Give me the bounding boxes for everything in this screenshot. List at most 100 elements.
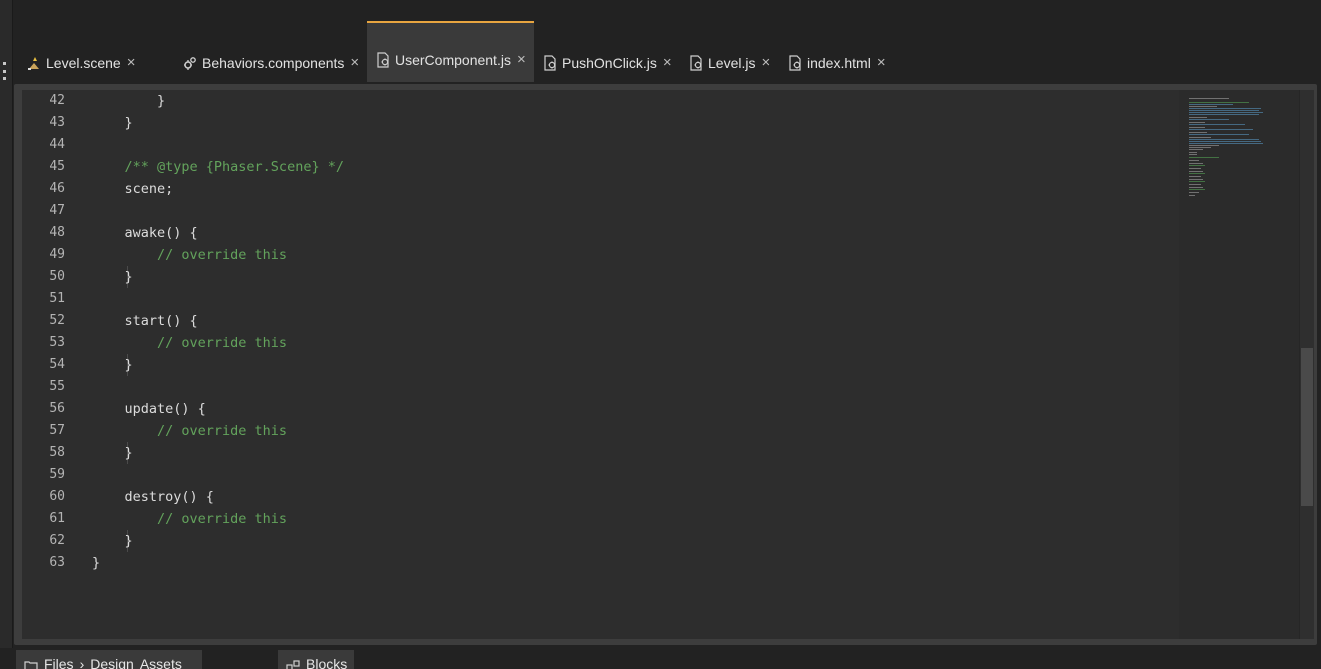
line-number: 52 bbox=[49, 313, 65, 328]
minimap-line bbox=[1189, 117, 1207, 118]
tab-label: UserComponent.js bbox=[395, 51, 511, 68]
breadcrumb-separator: › bbox=[79, 656, 85, 669]
close-icon[interactable]: × bbox=[517, 51, 526, 68]
minimap-line bbox=[1189, 145, 1219, 146]
minimap-line bbox=[1189, 152, 1197, 153]
line-number: 46 bbox=[49, 181, 65, 196]
code-comment-line: // override this bbox=[92, 423, 288, 439]
code-comment-line: /** @type {Phaser.Scene} */ bbox=[92, 159, 344, 175]
code-line: } bbox=[92, 269, 133, 285]
line-number: 56 bbox=[49, 401, 65, 416]
tab-index-html[interactable]: index.html × bbox=[787, 36, 886, 74]
close-icon[interactable]: × bbox=[663, 54, 672, 71]
tab-level-js[interactable]: Level.js × bbox=[688, 36, 770, 74]
breadcrumb-assets[interactable]: Assets bbox=[140, 656, 182, 669]
minimap-line bbox=[1189, 163, 1203, 164]
minimap-line bbox=[1189, 134, 1249, 135]
code-line: awake() { bbox=[92, 225, 198, 241]
code-comment-line: // override this bbox=[92, 511, 288, 527]
panel-menu-handle-icon[interactable] bbox=[0, 62, 8, 80]
minimap-line bbox=[1189, 165, 1205, 166]
minimap-line bbox=[1189, 179, 1203, 180]
line-number: 42 bbox=[49, 93, 65, 108]
line-number: 48 bbox=[49, 225, 65, 240]
minimap-line bbox=[1189, 137, 1211, 138]
components-icon bbox=[182, 55, 198, 71]
minimap-line bbox=[1189, 129, 1253, 130]
line-number: 50 bbox=[49, 269, 65, 284]
minimap-line bbox=[1189, 149, 1203, 150]
minimap-line bbox=[1189, 102, 1249, 103]
tab-level-scene[interactable]: Level.scene × bbox=[26, 36, 135, 74]
tab-usercomponent-js[interactable]: UserComponent.js × bbox=[367, 21, 534, 82]
minimap-line bbox=[1189, 192, 1199, 193]
code-line: } bbox=[92, 93, 166, 109]
minimap-line bbox=[1189, 168, 1201, 169]
line-number: 62 bbox=[49, 533, 65, 548]
close-icon[interactable]: × bbox=[877, 54, 886, 71]
line-number: 55 bbox=[49, 379, 65, 394]
code-line: } bbox=[92, 357, 133, 373]
editor-tab-bar: Level.scene × Behaviors.components × Use… bbox=[20, 20, 1320, 84]
minimap-line bbox=[1189, 154, 1197, 155]
tab-label: Behaviors.components bbox=[202, 54, 345, 71]
minimap-line bbox=[1189, 108, 1261, 109]
minimap-line bbox=[1189, 147, 1211, 148]
line-number-gutter: 42 43 44 45 46 47 48 49 50 51 52 53 54 55 56 57 58 59 60 61… bbox=[22, 90, 74, 639]
tab-label: Level.js bbox=[708, 54, 756, 71]
line-number: 53 bbox=[49, 335, 65, 350]
code-comment-line: // override this bbox=[92, 247, 288, 263]
code-line: scene; bbox=[92, 181, 174, 197]
tab-label: index.html bbox=[807, 54, 871, 71]
close-icon[interactable]: × bbox=[127, 54, 136, 71]
blocks-label: Blocks bbox=[306, 656, 348, 669]
line-number: 43 bbox=[49, 115, 65, 130]
minimap-line bbox=[1189, 195, 1195, 196]
line-number: 47 bbox=[49, 203, 65, 218]
line-number: 44 bbox=[49, 137, 65, 152]
js-file-icon bbox=[688, 54, 704, 71]
folder-icon bbox=[24, 659, 38, 669]
minimap-line bbox=[1189, 104, 1233, 105]
line-number: 54 bbox=[49, 357, 65, 372]
vertical-scrollbar[interactable] bbox=[1299, 90, 1314, 639]
tab-pushonclick-js[interactable]: PushOnClick.js × bbox=[542, 36, 672, 74]
code-line: } bbox=[92, 445, 133, 461]
minimap-line bbox=[1189, 106, 1217, 107]
code-comment-line: // override this bbox=[92, 335, 288, 351]
files-label: Files bbox=[44, 656, 74, 669]
line-number: 59 bbox=[49, 467, 65, 482]
minimap-line bbox=[1189, 110, 1259, 111]
code-line: } bbox=[92, 533, 133, 549]
line-number: 57 bbox=[49, 423, 65, 438]
close-icon[interactable]: × bbox=[761, 54, 770, 71]
minimap-line bbox=[1189, 114, 1259, 115]
minimap-line bbox=[1189, 127, 1205, 128]
line-number: 51 bbox=[49, 291, 65, 306]
minimap-line bbox=[1189, 173, 1205, 174]
minimap-line bbox=[1189, 157, 1219, 158]
code-editor[interactable]: 42 43 44 45 46 47 48 49 50 51 52 53 54 55 56 57 58 59 60 61… bbox=[22, 90, 1179, 639]
html-file-icon bbox=[787, 54, 803, 71]
code-line: } bbox=[92, 555, 101, 571]
code-minimap[interactable] bbox=[1179, 90, 1299, 639]
scrollbar-thumb[interactable] bbox=[1301, 348, 1313, 506]
bottom-panel-bar: Files › Design Assets Blocks bbox=[0, 648, 1321, 669]
line-number: 60 bbox=[49, 489, 65, 504]
minimap-line bbox=[1189, 132, 1207, 133]
minimap-line bbox=[1189, 98, 1229, 99]
blocks-panel-tab[interactable]: Blocks bbox=[278, 650, 354, 669]
line-number: 45 bbox=[49, 159, 65, 174]
close-icon[interactable]: × bbox=[350, 54, 359, 71]
js-file-icon bbox=[375, 51, 391, 68]
code-line: } bbox=[92, 115, 133, 131]
tab-behaviors-components[interactable]: Behaviors.components × bbox=[182, 36, 359, 74]
files-panel-tab[interactable]: Files › Design Assets bbox=[16, 650, 202, 669]
code-line: start() { bbox=[92, 313, 198, 329]
minimap-line bbox=[1189, 141, 1261, 142]
line-number: 58 bbox=[49, 445, 65, 460]
breadcrumb-design[interactable]: Design bbox=[90, 656, 134, 669]
minimap-line bbox=[1189, 122, 1205, 123]
line-number: 63 bbox=[49, 555, 65, 570]
line-number: 49 bbox=[49, 247, 65, 262]
